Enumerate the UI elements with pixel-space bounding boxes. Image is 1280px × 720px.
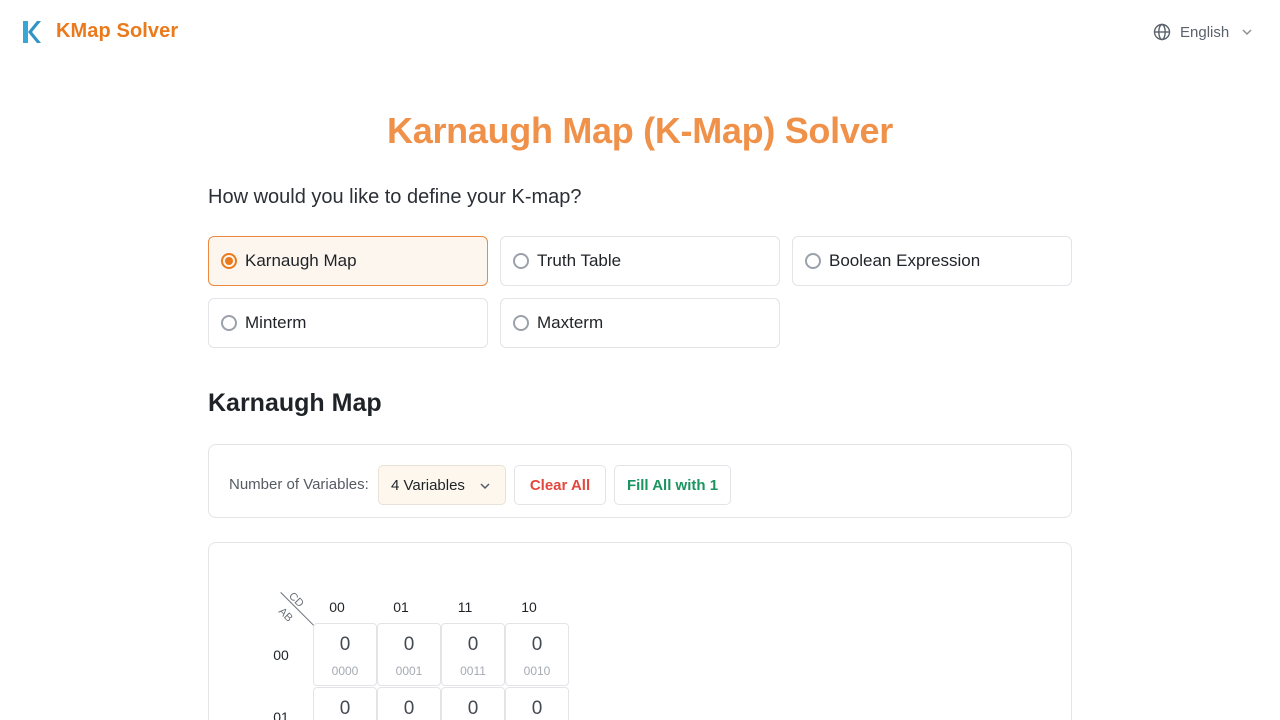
radio-minterm[interactable] [221,315,237,331]
chevron-down-icon [480,483,490,490]
option-label: Maxterm [537,313,604,332]
option-boolean-expression[interactable]: Boolean Expression [792,236,1072,286]
kmap-cell[interactable]: 0 0110 [505,687,569,720]
cell-code: 0011 [460,664,486,678]
kmap-cell[interactable]: 0 0111 [441,687,505,720]
option-maxterm[interactable]: Maxterm [500,298,780,348]
option-label: Minterm [245,313,307,332]
radio-boolean-expression[interactable] [805,253,821,269]
row-variables-label: AB [275,605,295,625]
column-header: 10 [521,599,537,615]
globe-icon [1153,23,1171,41]
cell-value: 0 [339,698,351,719]
radio-maxterm[interactable] [513,315,529,331]
cell-value: 0 [467,698,479,719]
kmap-logo-icon[interactable] [20,18,42,46]
map-controls-card: Number of Variables: 4 Variables Clear A… [208,444,1072,518]
variables-select[interactable]: 4 Variables [378,465,506,505]
top-bar: KMap Solver English [0,0,1280,64]
option-truth-table[interactable]: Truth Table [500,236,780,286]
cell-value: 0 [467,634,479,655]
section-title: Karnaugh Map [208,389,382,417]
kmap-cell[interactable]: 0 0010 [505,623,569,686]
chevron-down-icon [1242,29,1252,36]
option-label: Karnaugh Map [245,251,357,270]
language-selector[interactable]: English [1152,22,1253,42]
cell-value: 0 [531,634,543,655]
variables-select-value: 4 Variables [391,476,465,494]
option-karnaugh-map[interactable]: Karnaugh Map [208,236,488,286]
cell-code: 0010 [523,664,551,678]
option-minterm[interactable]: Minterm [208,298,488,348]
column-header: 00 [329,599,345,615]
kmap-cell[interactable]: 0 0100 [313,687,377,720]
radio-karnaugh-map[interactable] [221,253,237,269]
column-variables-label: CD [286,590,306,610]
kmap-cell[interactable]: 0 0011 [441,623,505,686]
page-title: Karnaugh Map (K-Map) Solver [387,110,893,151]
cell-value: 0 [403,634,415,655]
fill-all-button[interactable]: Fill All with 1 [614,465,731,505]
column-header: 11 [457,599,473,615]
cell-code: 0001 [395,664,423,678]
option-label: Boolean Expression [829,251,981,270]
cell-value: 0 [531,698,543,719]
brand-name[interactable]: KMap Solver [56,20,178,43]
kmap-cell[interactable]: 0 0001 [377,623,441,686]
language-label: English [1180,23,1230,41]
variables-label: Number of Variables: [229,476,369,493]
row-header: 01 [273,709,289,720]
cell-value: 0 [339,634,351,655]
column-header: 01 [393,599,409,615]
radio-truth-table[interactable] [513,253,529,269]
cell-value: 0 [403,698,415,719]
kmap-cell[interactable]: 0 0000 [313,623,377,686]
cell-code: 0000 [331,664,359,678]
option-label: Truth Table [537,251,622,270]
input-method-question: How would you like to define your K-map? [208,186,582,208]
clear-all-button[interactable]: Clear All [514,465,606,505]
kmap-cell[interactable]: 0 0101 [377,687,441,720]
row-header: 00 [273,647,289,663]
